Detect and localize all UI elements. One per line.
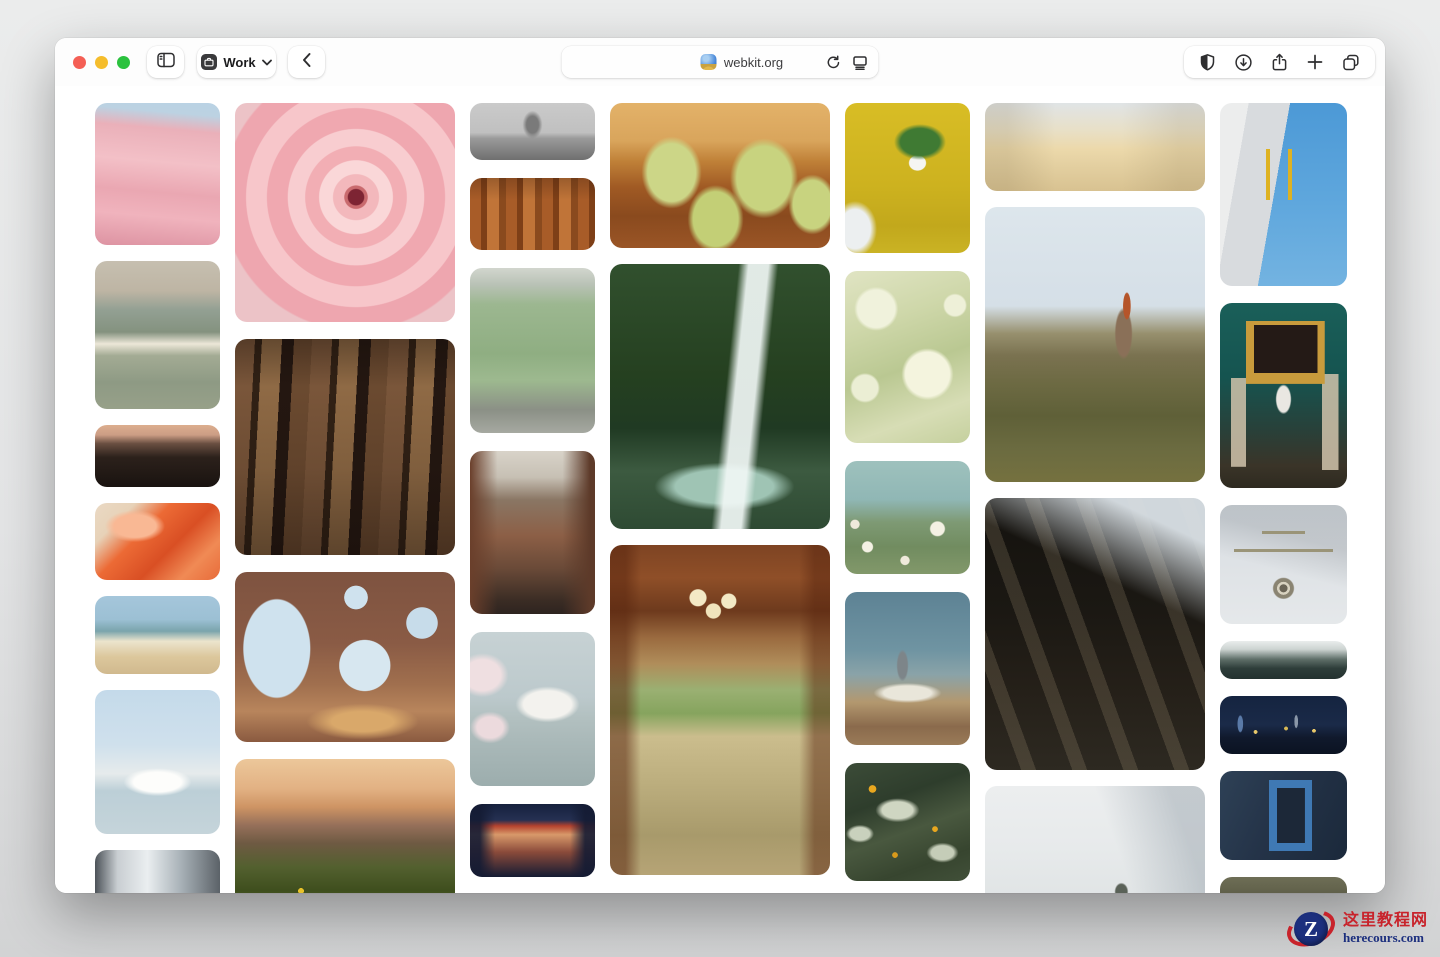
site-icon: [700, 54, 717, 70]
photo-gable-facade[interactable]: [1220, 505, 1347, 624]
photo-night-storefront[interactable]: [470, 804, 595, 877]
photo-dark-atrium[interactable]: [985, 498, 1205, 770]
browser-window: Work webkit.org: [55, 38, 1385, 893]
back-button[interactable]: [288, 46, 325, 78]
watermark-logo-letter: Z: [1294, 912, 1328, 946]
photo-modern-tower[interactable]: [1220, 103, 1347, 286]
photo-ocean-wave[interactable]: [95, 261, 220, 409]
share-button[interactable]: [1270, 53, 1289, 72]
watermark-logo-icon: Z: [1281, 903, 1341, 954]
photo-tree-bark[interactable]: [235, 339, 455, 555]
profile-badge-icon: [201, 54, 218, 70]
photo-grid: [55, 86, 1385, 893]
photo-mine-ruin-hill[interactable]: [985, 207, 1205, 482]
profile-label: Work: [223, 54, 256, 70]
url-text: webkit.org: [723, 54, 784, 70]
photo-pink-hotel[interactable]: [95, 103, 220, 245]
page-menu-icon[interactable]: [852, 54, 869, 71]
photo-night-skyline[interactable]: [1220, 696, 1347, 754]
chevron-down-icon: [261, 53, 272, 71]
sidebar-toggle-button[interactable]: [147, 46, 184, 78]
photo-candlelit-parlor[interactable]: [1220, 303, 1347, 488]
photo-dune-path[interactable]: [985, 103, 1205, 191]
photo-green-cottage[interactable]: [470, 268, 595, 433]
photo-sailing-ship[interactable]: [95, 690, 220, 834]
gallery-column-5: [845, 103, 970, 881]
profile-menu-button[interactable]: Work: [197, 46, 276, 78]
photo-heron-shore[interactable]: [845, 592, 970, 745]
photo-city-canyon[interactable]: [95, 850, 220, 893]
downloads-button[interactable]: [1234, 53, 1253, 72]
page-content: [55, 86, 1385, 893]
photo-sandy-beach[interactable]: [95, 596, 220, 674]
watermark-site-name: 这里教程网: [1343, 912, 1429, 930]
close-window-button[interactable]: [73, 56, 86, 69]
tab-overview-button[interactable]: [1341, 53, 1361, 72]
photo-wooden-door[interactable]: [470, 178, 595, 250]
photo-organic-bathroom[interactable]: [235, 572, 455, 742]
photo-jungle-waterfall[interactable]: [610, 264, 830, 529]
gallery-column-3: [470, 103, 595, 877]
photo-olive-partial[interactable]: [1220, 877, 1347, 893]
photo-blue-window-night[interactable]: [1220, 771, 1347, 860]
photo-dolomites-sunset[interactable]: [235, 759, 455, 893]
photo-manhattan-bridge[interactable]: [470, 451, 595, 614]
watermark: Z 这里教程网 herecours.com: [1281, 903, 1437, 954]
sidebar-toggle-icon: [156, 50, 176, 75]
new-tab-button[interactable]: [1306, 53, 1324, 71]
gallery-column-4: [610, 103, 830, 875]
privacy-shield-icon[interactable]: [1198, 53, 1217, 72]
gallery-column-2: [235, 103, 455, 893]
gallery-column-6: [985, 103, 1205, 893]
photo-dusk-canyon[interactable]: [95, 425, 220, 487]
browser-toolbar: Work webkit.org: [55, 38, 1385, 86]
photo-misty-mountain[interactable]: [985, 786, 1205, 893]
photo-jefferson-memorial[interactable]: [470, 632, 595, 786]
reload-button[interactable]: [825, 54, 842, 71]
photo-foggy-treeline[interactable]: [1220, 641, 1347, 679]
back-chevron-icon: [301, 52, 312, 73]
traffic-lights: [73, 56, 130, 69]
gallery-column-1: [95, 103, 220, 893]
photo-orange-sculpture[interactable]: [95, 503, 220, 580]
photo-white-hydrangea[interactable]: [845, 271, 970, 443]
watermark-site-url: herecours.com: [1343, 929, 1424, 945]
toolbar-right-group: [1184, 46, 1375, 78]
photo-tatami-room[interactable]: [610, 545, 830, 875]
address-bar-content: webkit.org: [657, 54, 783, 70]
photo-cafe-chairs[interactable]: [610, 103, 830, 248]
zoom-window-button[interactable]: [117, 56, 130, 69]
photo-cliff-daisies[interactable]: [845, 461, 970, 574]
gallery-column-7: [1220, 103, 1347, 893]
photo-plant-yellow-wall[interactable]: [845, 103, 970, 253]
address-bar[interactable]: webkit.org: [561, 46, 879, 78]
photo-pond-reflection[interactable]: [845, 763, 970, 881]
minimize-window-button[interactable]: [95, 56, 108, 69]
photo-pink-rose[interactable]: [235, 103, 455, 322]
photo-chapel-roof[interactable]: [470, 103, 595, 160]
